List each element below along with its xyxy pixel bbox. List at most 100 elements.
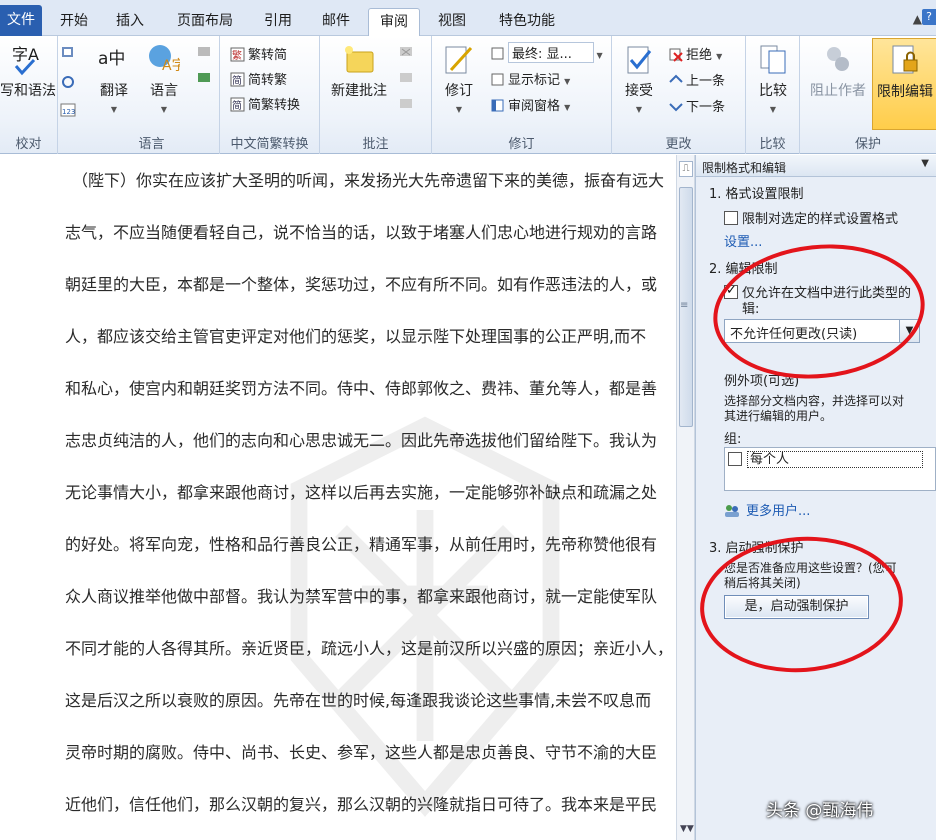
document-line: 志忠贞纯洁的人，他们的志向和心思忠诚无二。因此先帝选拔他们留给陛下。我认为 bbox=[65, 431, 658, 450]
group-tracking: 修订 ▼ 最终: 显... ▼ 显示标记 ▼ 审阅窗格 ▼ 修订 bbox=[432, 36, 612, 154]
group-label-language: 语言 bbox=[138, 137, 165, 152]
new-comment-label: 新建批注 bbox=[331, 83, 387, 99]
research-icon[interactable] bbox=[60, 44, 76, 60]
watermark-credit: 头条 @甄海伟 bbox=[766, 801, 874, 821]
group-label-proofing: 校对 bbox=[15, 137, 42, 152]
document-line: 近他们，信任他们，那么汉朝的复兴，那么汉朝的兴隆就指日可待了。我本来是平民 bbox=[65, 795, 658, 814]
tab-page-layout[interactable]: 页面布局 bbox=[168, 8, 242, 36]
formatting-restriction-checkbox[interactable]: 限制对选定的样式设置格式 bbox=[724, 208, 898, 227]
groups-label: 组: bbox=[724, 432, 742, 447]
reject-icon bbox=[669, 48, 683, 62]
next-comment-icon[interactable] bbox=[398, 96, 414, 112]
svg-text:123: 123 bbox=[62, 108, 75, 116]
reviewing-pane-button[interactable]: 审阅窗格 ▼ bbox=[490, 95, 570, 114]
section1-title: 1. 格式设置限制 bbox=[709, 187, 804, 202]
translate-label: 翻译 bbox=[100, 83, 128, 99]
exceptions-description-cont: 其进行编辑的用户。 bbox=[724, 409, 833, 423]
group-label-compare: 比较 bbox=[759, 137, 786, 152]
restrict-editing-label: 限制编辑 bbox=[877, 84, 933, 100]
pane-menu-icon[interactable]: ▼ bbox=[921, 158, 929, 169]
dropdown-arrow-icon: ▼ bbox=[769, 105, 777, 114]
translate-button[interactable]: a中 翻译 ▼ bbox=[92, 42, 136, 116]
language-button[interactable]: A字 语言 ▼ bbox=[142, 42, 186, 116]
group-comments: 新建批注 批注 bbox=[320, 36, 432, 154]
lock-document-icon bbox=[892, 45, 918, 74]
group-label-comments: 批注 bbox=[362, 137, 389, 152]
view-ruler-icon[interactable]: ⎍ bbox=[679, 161, 693, 177]
svg-text:简: 简 bbox=[232, 74, 242, 87]
group-label-changes: 更改 bbox=[665, 137, 692, 152]
group-compare: 比较 ▼ 比较 bbox=[746, 36, 800, 154]
previous-change-icon bbox=[669, 74, 683, 83]
pane-header: 限制格式和编辑 ▼ bbox=[696, 155, 936, 177]
spelling-grammar-button[interactable]: 字A 写和语法 bbox=[0, 42, 58, 100]
translate-tooltip-icon[interactable] bbox=[196, 44, 212, 60]
delete-comment-icon[interactable] bbox=[398, 44, 414, 60]
convert-icon: 简 bbox=[230, 97, 245, 112]
traditional-to-simplified-button[interactable]: 繁繁转简 bbox=[230, 44, 287, 63]
restrict-editing-button[interactable]: 限制编辑 bbox=[872, 38, 936, 130]
document-line: 无论事情大小，都拿来跟他商讨，这样以后再去实施，一定能够弥补缺点和疏漏之处 bbox=[65, 483, 658, 502]
compare-icon bbox=[760, 45, 786, 74]
thesaurus-icon[interactable] bbox=[60, 74, 76, 90]
tab-review[interactable]: 审阅 bbox=[368, 8, 420, 37]
checkbox-icon[interactable] bbox=[724, 211, 738, 225]
group-label-protect: 保护 bbox=[854, 137, 881, 152]
help-icon[interactable]: ? bbox=[922, 9, 936, 25]
convert-to-simplified-icon: 繁 bbox=[230, 47, 245, 62]
track-changes-label: 修订 bbox=[445, 83, 473, 99]
translate-icon: a中 bbox=[98, 49, 125, 69]
document-line: 灵帝时期的腐败。侍中、尚书、长史、参军，这些人都是忠贞善良、守节不渝的大臣 bbox=[65, 743, 658, 762]
group-changes: 接受 ▼ 拒绝 ▼ 上一条 下一条 更改 bbox=[612, 36, 746, 154]
new-comment-button[interactable]: 新建批注 bbox=[324, 42, 394, 100]
document-line: 这是后汉之所以衰败的原因。先帝在世的时候,每逢跟我谈论这些事情,未尝不叹息而 bbox=[65, 691, 652, 710]
vertical-scrollbar[interactable]: ⎍ ≡ ▼▼ bbox=[676, 155, 695, 840]
simplified-to-traditional-button[interactable]: 简简转繁 bbox=[230, 69, 287, 88]
show-markup-button[interactable]: 显示标记 ▼ bbox=[490, 69, 570, 88]
tab-special-features[interactable]: 特色功能 bbox=[488, 8, 566, 36]
tab-insert[interactable]: 插入 bbox=[108, 8, 152, 36]
reviewing-pane-icon bbox=[491, 99, 504, 112]
compare-button[interactable]: 比较 ▼ bbox=[750, 42, 796, 116]
previous-comment-icon[interactable] bbox=[398, 70, 414, 86]
document-page[interactable]: （陛下）你实在应该扩大圣明的听闻，来发扬光大先帝遗留下来的美德，振奋有远大 志气… bbox=[0, 155, 676, 840]
ribbon-tab-bar: 文件 开始 插入 页面布局 引用 邮件 审阅 视图 特色功能 ▲ ? bbox=[0, 0, 936, 37]
group-proofing: 字A 写和语法 123 校对 bbox=[0, 36, 76, 154]
accept-icon bbox=[627, 46, 652, 74]
tab-mailings[interactable]: 邮件 bbox=[312, 8, 360, 36]
grip-icon: ≡ bbox=[680, 300, 689, 311]
language-icon: A字 bbox=[149, 45, 180, 74]
everyone-checkbox[interactable] bbox=[728, 452, 742, 466]
previous-change-button[interactable]: 上一条 bbox=[668, 70, 725, 89]
display-for-review-dropdown[interactable]: 最终: 显... ▼ bbox=[490, 42, 603, 63]
svg-text:a中: a中 bbox=[98, 49, 125, 69]
groups-list[interactable]: 每个人 bbox=[724, 447, 936, 491]
collapse-ribbon-icon[interactable]: ▲ bbox=[913, 12, 922, 26]
group-everyone[interactable]: 每个人 bbox=[747, 451, 923, 468]
block-authors-label: 阻止作者 bbox=[810, 83, 866, 99]
group-chinese-conversion: 繁繁转简 简简转繁 简简繁转换 中文简繁转换 bbox=[220, 36, 320, 154]
simplified-traditional-convert-button[interactable]: 简简繁转换 bbox=[230, 94, 300, 113]
svg-text:A字: A字 bbox=[162, 58, 180, 74]
tab-references[interactable]: 引用 bbox=[254, 8, 302, 36]
document-line: 人，都应该交给主管官吏评定对他们的惩奖，以显示陛下处理国事的公正严明,而不 bbox=[65, 327, 647, 346]
tab-view[interactable]: 视图 bbox=[428, 8, 476, 36]
reject-button[interactable]: 拒绝 ▼ bbox=[668, 44, 722, 63]
mini-translator-icon[interactable] bbox=[196, 70, 212, 86]
dropdown-arrow-icon: ▼ bbox=[564, 103, 571, 112]
tab-file[interactable]: 文件 bbox=[0, 5, 42, 36]
accept-label: 接受 bbox=[625, 83, 653, 99]
tab-home[interactable]: 开始 bbox=[52, 8, 96, 36]
spelling-check-icon: 字A bbox=[12, 45, 39, 76]
track-changes-button[interactable]: 修订 ▼ bbox=[436, 42, 482, 116]
convert-to-traditional-icon: 简 bbox=[230, 72, 245, 87]
block-authors-button[interactable]: 阻止作者 bbox=[806, 42, 870, 100]
next-page-icon[interactable]: ▼▼ bbox=[680, 824, 694, 834]
accept-button[interactable]: 接受 ▼ bbox=[618, 42, 660, 116]
ribbon: 字A 写和语法 123 校对 a中 翻译 ▼ A字 语言 ▼ 语言 繁 繁转简 … bbox=[0, 36, 936, 154]
word-count-icon[interactable]: 123 bbox=[60, 102, 76, 118]
next-change-button[interactable]: 下一条 bbox=[668, 96, 725, 115]
document-line: 的好处。将军向宠，性格和品行善良公正，精通军事，从前任用时，先帝称赞他很有 bbox=[65, 535, 658, 554]
settings-link[interactable]: 设置... bbox=[724, 231, 762, 250]
more-users-link[interactable]: 更多用户... bbox=[724, 500, 810, 519]
